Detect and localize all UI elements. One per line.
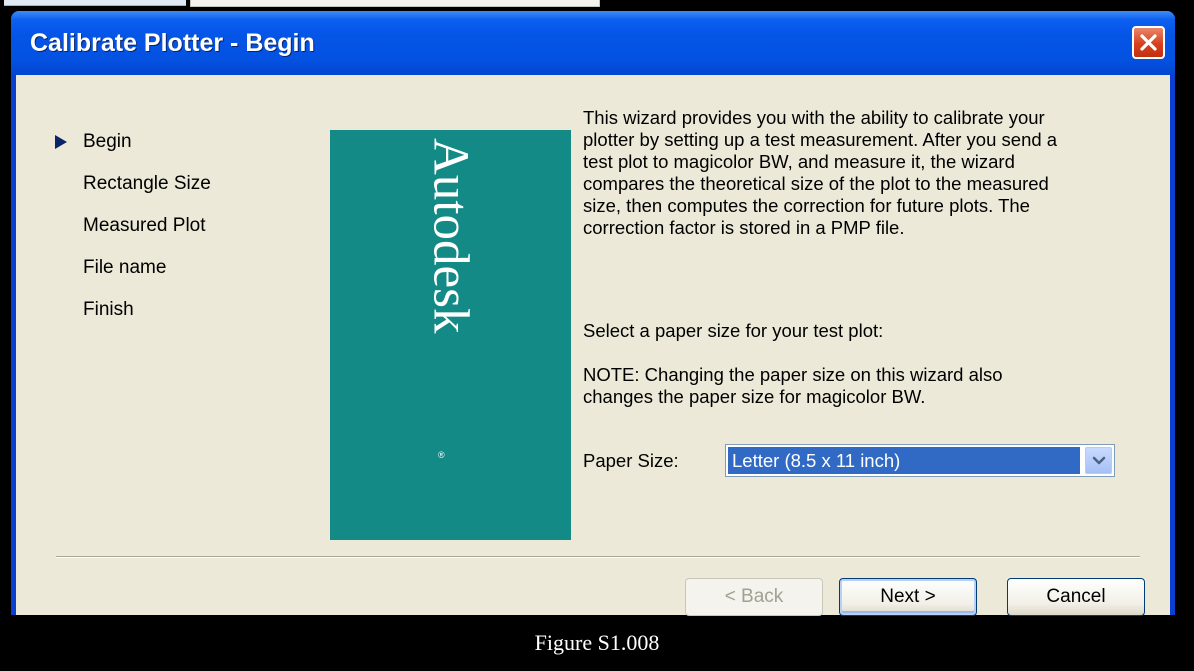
step-measured-plot: Measured Plot [83,215,206,236]
close-x-icon [1140,34,1157,51]
description-line: correction factor is stored in a PMP fil… [583,217,905,238]
description-line: compares the theoretical size of the plo… [583,173,1049,194]
step-begin: Begin [83,131,132,152]
paper-size-selected-value[interactable]: Letter (8.5 x 11 inch) [728,447,1080,474]
paper-size-dropdown[interactable]: Letter (8.5 x 11 inch) [725,444,1115,477]
step-finish: Finish [83,299,134,320]
next-button[interactable]: Next > [839,578,977,616]
wizard-client-area: Begin Rectangle Size Measured Plot File … [16,75,1170,616]
background-window-fragment-left [4,0,186,6]
cancel-button[interactable]: Cancel [1007,578,1145,616]
wizard-window: Calibrate Plotter - Begin Begin Rectangl… [11,11,1175,616]
dropdown-arrow-button[interactable] [1085,447,1112,474]
chevron-down-icon [1092,456,1106,465]
title-bar[interactable]: Calibrate Plotter - Begin [11,11,1175,75]
note-line: NOTE: Changing the paper size on this wi… [583,364,1003,385]
paper-size-note: NOTE: Changing the paper size on this wi… [583,364,1123,408]
window-title: Calibrate Plotter - Begin [30,29,315,57]
step-file-name: File name [83,257,167,278]
step-rectangle-size: Rectangle Size [83,173,211,194]
paper-size-prompt: Select a paper size for your test plot: [583,320,884,341]
description-line: This wizard provides you with the abilit… [583,107,1045,128]
note-line: changes the paper size for magicolor BW. [583,386,926,407]
autodesk-brand-panel: Autodesk ® [330,130,571,540]
background-window-edge [0,0,1194,10]
autodesk-logo-text: Autodesk [422,138,479,334]
triangle-right-icon [55,135,67,149]
registered-mark: ® [438,450,445,460]
close-button[interactable] [1132,26,1165,59]
back-button[interactable]: < Back [685,578,823,616]
figure-caption: Figure S1.008 [534,630,660,655]
wizard-description: This wizard provides you with the abilit… [583,107,1143,239]
description-line: test plot to magicolor BW, and measure i… [583,151,1015,172]
description-line: size, then computes the correction for f… [583,195,1030,216]
background-window-fragment-right [190,0,600,7]
button-divider [56,556,1140,558]
paper-size-label: Paper Size: [583,450,679,471]
description-line: plotter by setting up a test measurement… [583,129,1058,150]
